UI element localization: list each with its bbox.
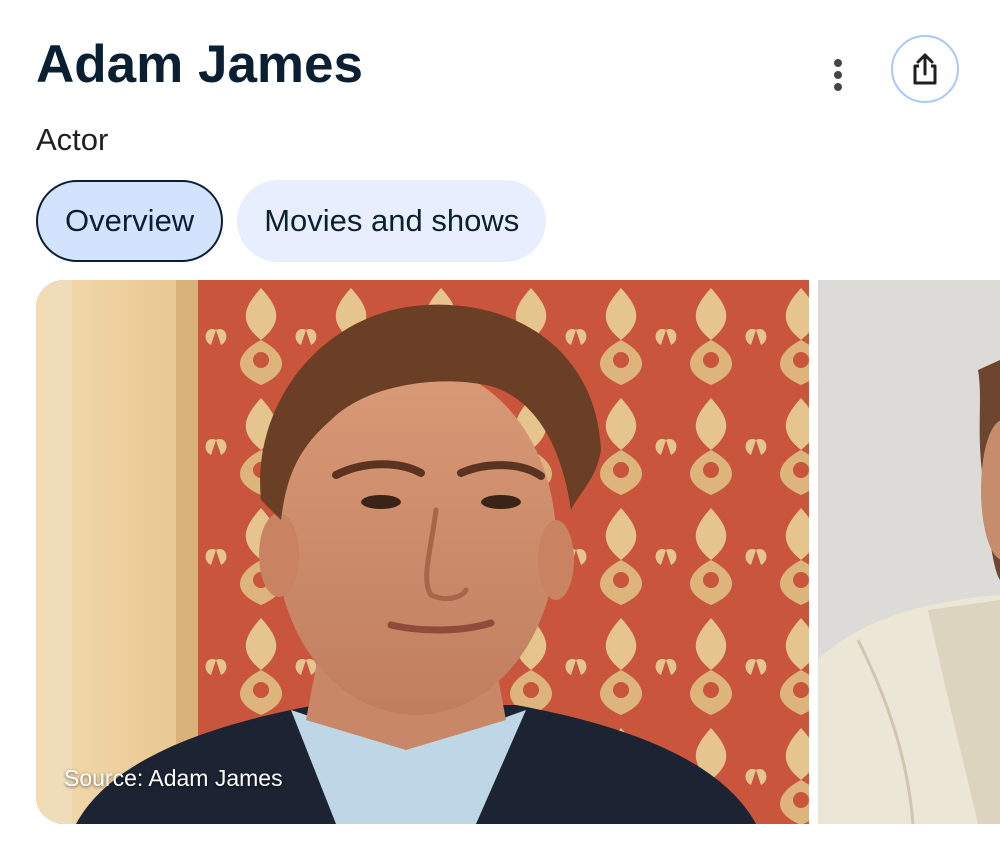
entity-subtitle: Actor bbox=[36, 122, 109, 157]
share-icon bbox=[913, 53, 937, 85]
tab-movies-and-shows[interactable]: Movies and shows bbox=[237, 180, 547, 262]
knowledge-panel: Adam James Actor Overview Movies and sho… bbox=[0, 0, 1000, 848]
tab-bar: Overview Movies and shows bbox=[36, 180, 547, 262]
second-photo[interactable] bbox=[818, 280, 1000, 824]
main-photo[interactable]: Source: Adam James bbox=[36, 280, 809, 824]
page-title: Adam James bbox=[36, 35, 364, 94]
more-options-button[interactable] bbox=[818, 50, 858, 100]
more-vert-icon bbox=[834, 59, 842, 91]
tab-overview[interactable]: Overview bbox=[36, 180, 224, 262]
second-portrait-image bbox=[818, 280, 1000, 824]
share-button[interactable] bbox=[891, 35, 959, 103]
portrait-image bbox=[36, 280, 809, 824]
image-source-caption: Source: Adam James bbox=[64, 765, 283, 791]
